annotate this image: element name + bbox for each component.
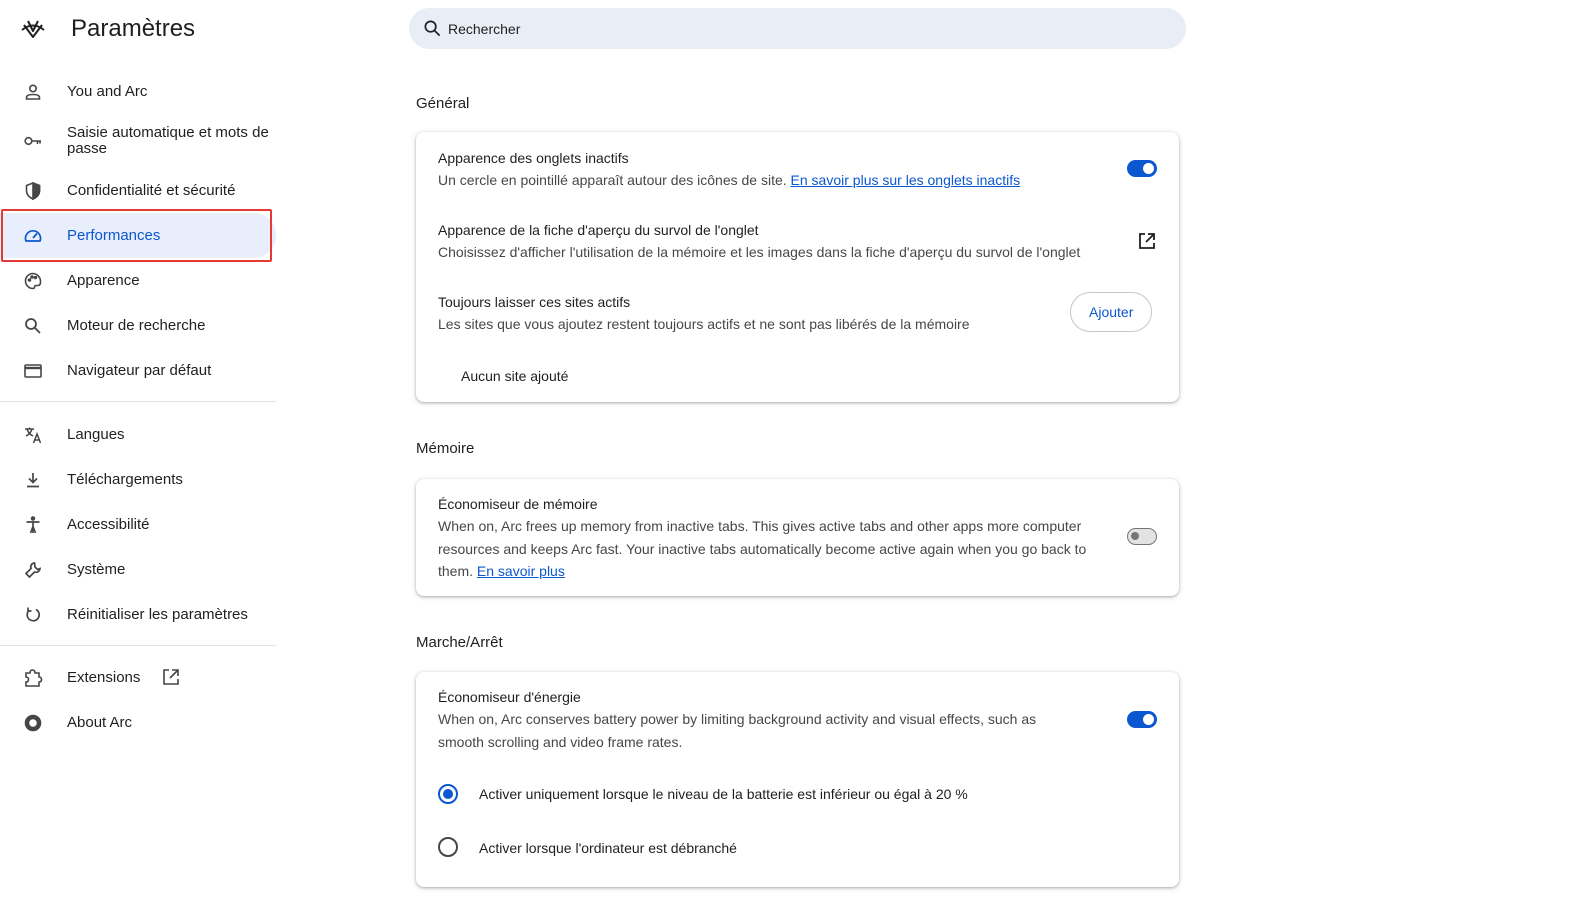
sidebar-item-label: Accessibilité [67, 515, 150, 533]
battery-threshold-label: Activer uniquement lorsque le niveau de … [479, 786, 968, 802]
person-icon [22, 81, 44, 103]
arc-logo-icon [21, 20, 45, 38]
sidebar-item-label: Extensions [67, 668, 141, 686]
sidebar-item-label: Apparence [67, 271, 140, 289]
hover-card-title: Apparence de la fiche d'aperçu du survol… [438, 222, 759, 238]
speedometer-icon [22, 225, 44, 247]
sidebar-item-about[interactable]: About Arc [0, 700, 276, 745]
memory-saver-title: Économiseur de mémoire [438, 496, 598, 512]
memory-saver-learn-more-link[interactable]: En savoir plus [477, 563, 565, 579]
sidebar-item-performance[interactable]: Performances [0, 213, 276, 258]
palette-icon [22, 270, 44, 292]
memory-saver-desc: When on, Arc frees up memory from inacti… [438, 518, 1087, 579]
sidebar-item-label: Moteur de recherche [67, 316, 206, 334]
unplugged-radio[interactable] [438, 837, 458, 857]
key-icon [22, 130, 44, 152]
sidebar-item-label: Navigateur par défaut [67, 361, 212, 379]
sidebar-item-label: Langues [67, 425, 125, 443]
sidebar-item-system[interactable]: Système [0, 547, 276, 592]
always-active-desc: Les sites que vous ajoutez restent toujo… [438, 316, 970, 332]
sidebar-item-label: Réinitialiser les paramètres [67, 605, 248, 623]
open-in-new-icon [163, 669, 179, 685]
inactive-tabs-learn-more-link[interactable]: En savoir plus sur les onglets inactifs [791, 172, 1021, 188]
sidebar-item-default-browser[interactable]: Navigateur par défaut [0, 348, 276, 393]
power-card: Économiseur d'énergie When on, Arc conse… [416, 672, 1179, 887]
add-site-button[interactable]: Ajouter [1070, 292, 1153, 332]
general-card: Apparence des onglets inactifs Un cercle… [416, 132, 1179, 402]
puzzle-icon [22, 667, 44, 689]
sidebar-item-downloads[interactable]: Téléchargements [0, 457, 276, 502]
hover-card-desc: Choisissez d'afficher l'utilisation de l… [438, 244, 1081, 260]
inactive-tabs-desc: Un cercle en pointillé apparaît autour d… [438, 172, 1021, 188]
translate-icon [22, 424, 44, 446]
sidebar-item-reset[interactable]: Réinitialiser les paramètres [0, 592, 276, 637]
search-input[interactable] [448, 8, 1168, 49]
sidebar-item-label: Saisie automatique et mots de passe [67, 123, 269, 157]
energy-saver-title: Économiseur d'énergie [438, 689, 581, 705]
inactive-tabs-title: Apparence des onglets inactifs [438, 150, 629, 166]
sidebar-item-privacy[interactable]: Confidentialité et sécurité [0, 168, 276, 213]
sidebar-item-appearance[interactable]: Apparence [0, 258, 276, 303]
inactive-tabs-toggle[interactable] [1127, 160, 1157, 177]
sidebar-item-you-and-arc[interactable]: You and Arc [0, 69, 276, 114]
sidebar-item-label: Téléchargements [67, 470, 183, 488]
unplugged-label: Activer lorsque l'ordinateur est débranc… [479, 840, 737, 856]
sidebar-item-autofill[interactable]: Saisie automatique et mots de passe [0, 118, 276, 163]
sidebar-divider [0, 401, 276, 402]
section-title-memory: Mémoire [416, 440, 475, 457]
chrome-icon [22, 712, 44, 734]
sidebar-item-label: Système [67, 560, 126, 578]
accessibility-icon [22, 514, 44, 536]
memory-saver-toggle[interactable] [1127, 528, 1157, 545]
reset-icon [22, 604, 44, 626]
section-title-power: Marche/Arrêt [416, 634, 503, 651]
search-icon [22, 315, 44, 337]
no-sites-text: Aucun site ajouté [461, 368, 569, 384]
sidebar-item-label: Performances [67, 226, 161, 244]
download-icon [22, 469, 44, 491]
energy-saver-toggle[interactable] [1127, 711, 1157, 728]
open-in-new-icon[interactable] [1137, 231, 1157, 251]
sidebar-item-accessibility[interactable]: Accessibilité [0, 502, 276, 547]
always-active-title: Toujours laisser ces sites actifs [438, 294, 631, 310]
memory-card: Économiseur de mémoire When on, Arc free… [416, 479, 1179, 596]
sidebar-item-label: You and Arc [67, 82, 148, 100]
sidebar-divider [0, 645, 276, 646]
sidebar-item-search-engine[interactable]: Moteur de recherche [0, 303, 276, 348]
battery-threshold-radio[interactable] [438, 784, 458, 804]
wrench-icon [22, 559, 44, 581]
section-title-general: Général [416, 95, 470, 112]
sidebar-item-languages[interactable]: Langues [0, 412, 276, 457]
energy-saver-desc: When on, Arc conserves battery power by … [438, 711, 1037, 750]
sidebar-item-label: Confidentialité et sécurité [67, 181, 236, 199]
page-title: Paramètres [71, 15, 196, 42]
shield-icon [22, 180, 44, 202]
header: Paramètres [0, 0, 400, 62]
sidebar-item-extensions[interactable]: Extensions [0, 655, 276, 700]
sidebar-item-label: About Arc [67, 713, 133, 731]
search-icon [424, 20, 441, 37]
browser-window-icon [22, 360, 44, 382]
search-bar[interactable] [409, 8, 1186, 49]
